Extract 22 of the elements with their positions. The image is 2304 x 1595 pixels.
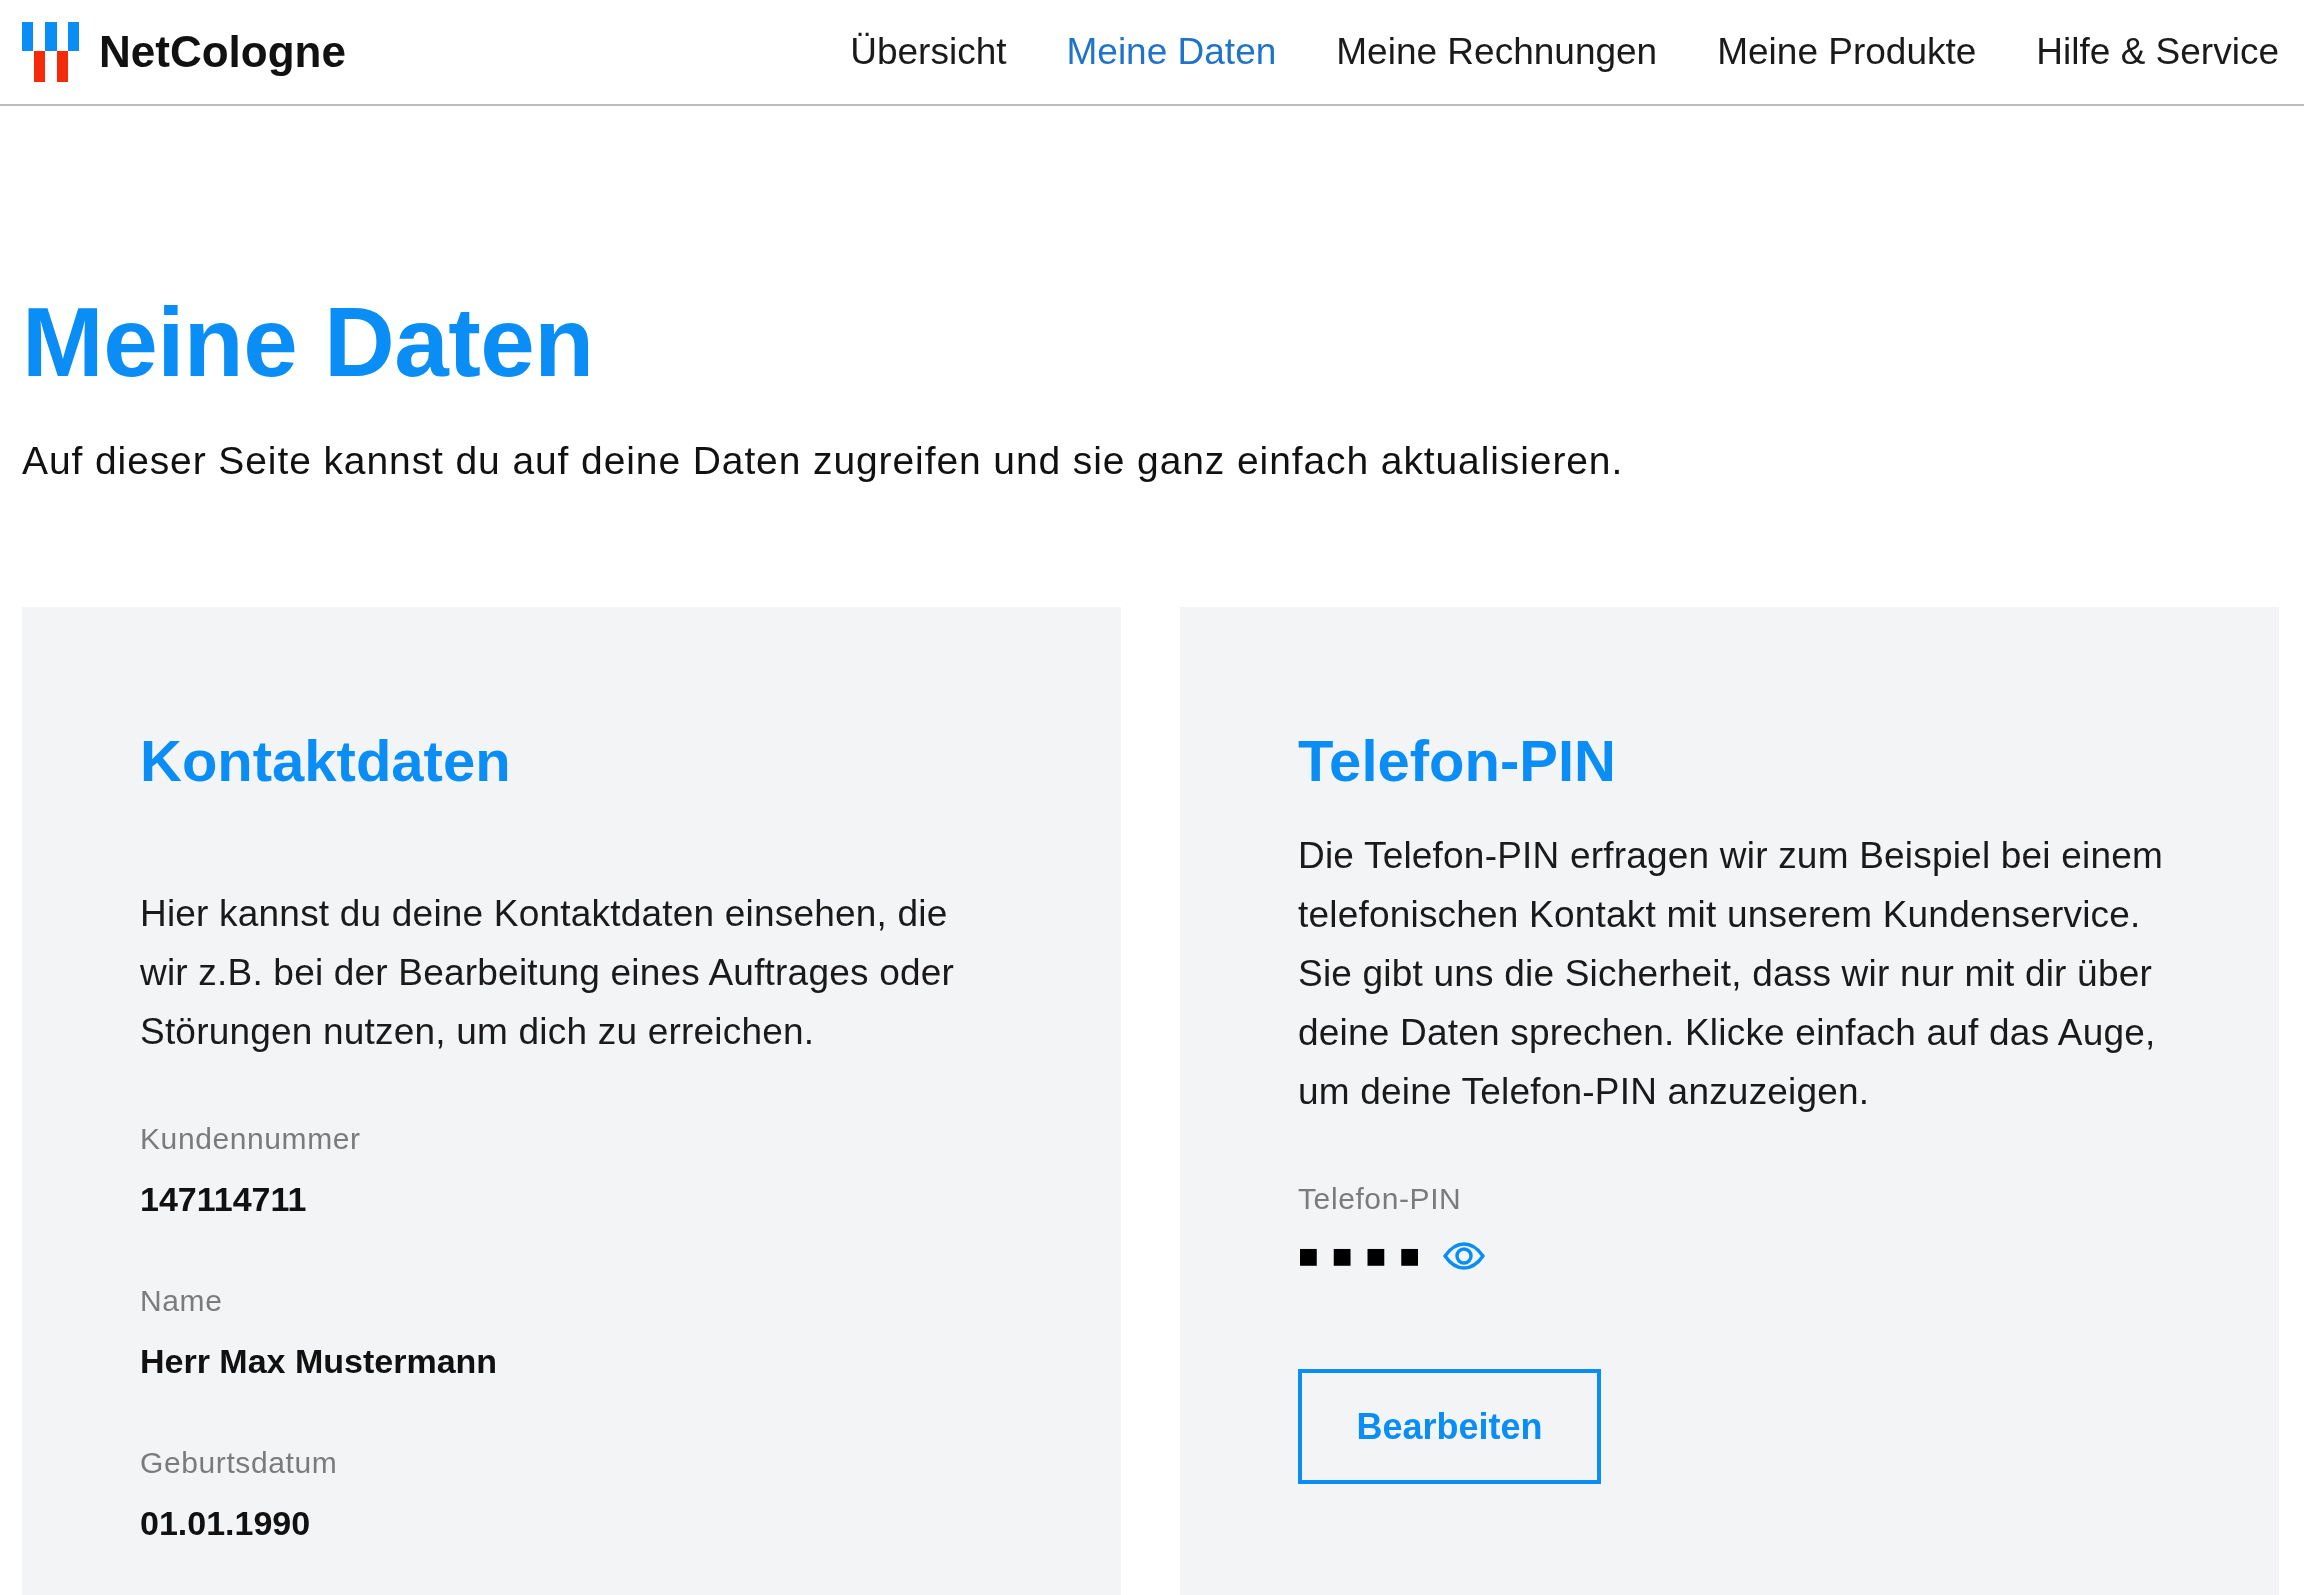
nav-link[interactable]: Meine Rechnungen: [1336, 31, 1658, 73]
card-title: Telefon-PIN: [1298, 727, 1617, 795]
field-value: 01.01.1990: [140, 1503, 312, 1544]
field-label: Name: [140, 1283, 224, 1319]
field-label: Kundennummer: [140, 1121, 362, 1157]
card-title: Kontaktdaten: [140, 727, 512, 795]
page-intro: Auf dieser Seite kannst du auf deine Daten zugreifen und sie ganz einfach aktualisieren.: [22, 440, 1625, 482]
logo-wordmark[interactable]: NetCologne: [99, 27, 346, 77]
logo-bars-icon[interactable]: [22, 22, 79, 82]
field-value: 147114711: [140, 1179, 308, 1220]
card-description: Die Telefon-PIN erfragen wir zum Beispiel bei einem telefonischen Kontakt mit unserem Kundenservice. Sie gibt uns die Sicherheit, dass wir nur mit dir über deine Daten sprechen. Klicke einfach auf das Auge, um deine Telefon-PIN anzuzeigen.: [1298, 834, 2164, 1114]
nav-link[interactable]: Hilfe & Service: [2036, 31, 2279, 73]
card-description: Hier kannst du deine Kontaktdaten einsehen, die wir z.B. bei der Bearbeitung eines Auftrages oder Störungen nutzen, um dich zu erreichen.: [140, 892, 955, 1054]
field-label: Telefon-PIN: [1298, 1181, 1463, 1217]
page-title: Meine Daten: [22, 293, 595, 391]
nav-link[interactable]: Meine Produkte: [1717, 31, 1977, 73]
masked-pin: ■■■■: [1298, 1242, 1434, 1270]
field-value: Herr Max Mustermann: [140, 1341, 499, 1382]
nav-link[interactable]: Meine Daten: [1066, 31, 1277, 73]
show-eye-icon[interactable]: [1443, 1242, 1486, 1270]
field-label: Geburtsdatum: [140, 1445, 339, 1481]
nav-link[interactable]: Übersicht: [850, 31, 1007, 73]
